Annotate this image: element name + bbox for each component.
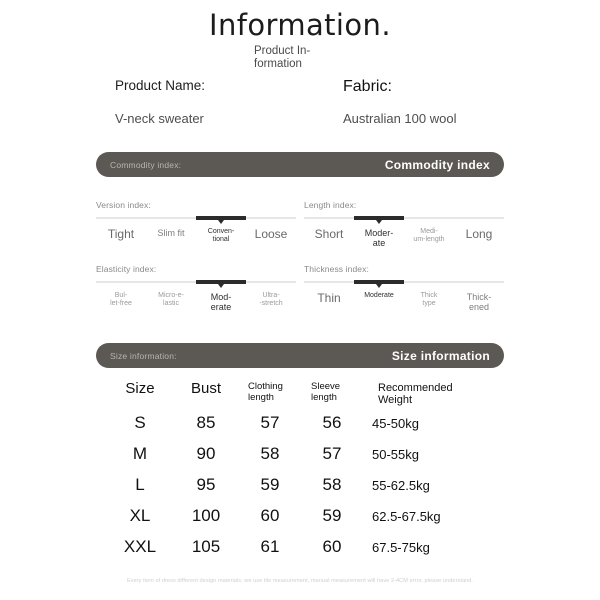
cell-sleeve-length: 60 [322,537,342,556]
cell-size: L [135,475,145,494]
size-information-banner: Size information: Size information [96,343,504,368]
page-title: Information. [209,8,391,42]
cell-size: XL [129,506,151,525]
cell-bust: 85 [196,413,216,432]
version-index-options: Tight Slim fit Conven- tional Loose [96,228,296,254]
cell-clothing-length: 61 [260,537,280,556]
length-index-track[interactable] [304,215,504,224]
version-index-selected-marker [196,215,246,224]
length-index-block: Length index: Short Moder- ate Medi- um-… [304,200,504,254]
elasticity-index-option-bullet-free[interactable]: Bul- let-free [96,292,146,308]
version-index-option-tight[interactable]: Tight [96,228,146,241]
product-meta-row: Product Name: Fabric: V-neck sweater Aus… [0,78,600,126]
length-index-options: Short Moder- ate Medi- um-length Long [304,228,504,254]
commodity-index-banner-title: Commodity index [384,157,490,172]
elasticity-index-caption: Elasticity index: [96,264,157,274]
elasticity-index-option-ultra-stretch[interactable]: Ultra- -stretch [246,292,296,308]
fabric-value: Australian 100 wool [343,111,457,126]
thickness-index-track[interactable] [304,279,504,288]
size-information-banner-subtitle: Size information: [110,350,177,361]
size-table-header-clothing-length: Clothing length [248,381,283,403]
cell-weight: 55-62.5kg [372,478,430,493]
version-index-track[interactable] [96,215,296,224]
length-index-option-long[interactable]: Long [454,228,504,241]
cell-sleeve-length: 57 [322,444,342,463]
elasticity-index-block: Elasticity index: Bul- let-free Micro-e-… [96,264,296,318]
length-index-caption: Length index: [304,200,357,210]
table-row: L 95 59 58 55-62.5kg [0,472,600,503]
elasticity-index-options: Bul- let-free Micro-e- lastic Mod- erate… [96,292,296,318]
cell-weight: 45-50kg [372,416,419,431]
page-header: Information. Product In-formation [0,8,600,71]
page-subtitle: Product In-formation [254,45,311,70]
thickness-index-option-moderate[interactable]: Moderate [354,292,404,300]
cell-bust: 95 [196,475,216,494]
cell-bust: 100 [191,506,221,525]
table-row: XL 100 60 59 62.5-67.5kg [0,503,600,534]
cell-size: M [132,444,148,463]
elasticity-index-option-moderate[interactable]: Mod- erate [196,292,246,312]
product-meta: Product Name: Fabric: V-neck sweater Aus… [0,78,600,126]
size-table: Size Bust Clothing length Sleeve length … [0,380,600,565]
length-index-selected-marker [354,215,404,224]
cell-clothing-length: 57 [260,413,280,432]
length-index-option-short[interactable]: Short [304,228,354,241]
thickness-index-caption: Thickness index: [304,264,369,274]
thickness-index-option-thin[interactable]: Thin [304,292,354,305]
product-name-value: V-neck sweater [115,111,204,126]
cell-clothing-length: 60 [260,506,280,525]
cell-weight: 67.5-75kg [372,540,430,555]
table-row: S 85 57 56 45-50kg [0,410,600,441]
version-index-option-loose[interactable]: Loose [246,228,296,241]
fabric-label: Fabric: [343,78,392,95]
table-row: XXL 105 61 60 67.5-75kg [0,534,600,565]
cell-bust: 105 [191,537,221,556]
size-table-body: S 85 57 56 45-50kg M 90 58 57 50-55kg L … [0,410,600,565]
size-information-banner-title: Size information [391,348,490,363]
thickness-index-selected-marker [354,279,404,288]
cell-clothing-length: 58 [260,444,280,463]
thickness-index-options: Thin Moderate Thick type Thick- ened [304,292,504,318]
elasticity-index-option-micro-elastic[interactable]: Micro-e- lastic [146,292,196,308]
cell-sleeve-length: 58 [322,475,342,494]
cell-bust: 90 [196,444,216,463]
measurement-disclaimer: Every item of dress different design mat… [126,578,474,584]
size-table-header-sleeve-length: Sleeve length [311,381,341,403]
size-table-header-row: Size Bust Clothing length Sleeve length … [0,380,600,410]
elasticity-index-selected-marker [196,279,246,288]
length-index-option-moderate[interactable]: Moder- ate [354,228,404,248]
cell-sleeve-length: 56 [322,413,342,432]
product-name-label: Product Name: [115,78,206,93]
cell-sleeve-length: 59 [322,506,342,525]
version-index-option-slim-fit[interactable]: Slim fit [146,228,196,238]
version-index-block: Version index: Tight Slim fit Conven- ti… [96,200,296,254]
length-index-option-medium-length[interactable]: Medi- um-length [404,228,454,244]
size-table-header-bust: Bust [190,380,221,397]
version-index-caption: Version index: [96,200,151,210]
cell-size: XXL [123,537,157,556]
thickness-index-option-thickened[interactable]: Thick- ened [454,292,504,312]
cell-weight: 62.5-67.5kg [372,509,441,524]
thickness-index-option-thick-type[interactable]: Thick type [404,292,454,308]
table-row: M 90 58 57 50-55kg [0,441,600,472]
commodity-index-banner: Commodity index: Commodity index [96,152,504,177]
cell-weight: 50-55kg [372,447,419,462]
cell-size: S [134,413,146,432]
size-table-header-size: Size [125,380,155,397]
thickness-index-block: Thickness index: Thin Moderate Thick typ… [304,264,504,318]
elasticity-index-track[interactable] [96,279,296,288]
size-table-header-recommended-weight: Recommended Weight [378,382,453,406]
commodity-index-banner-subtitle: Commodity index: [110,159,182,170]
cell-clothing-length: 59 [260,475,280,494]
version-index-option-conventional[interactable]: Conven- tional [196,228,246,244]
